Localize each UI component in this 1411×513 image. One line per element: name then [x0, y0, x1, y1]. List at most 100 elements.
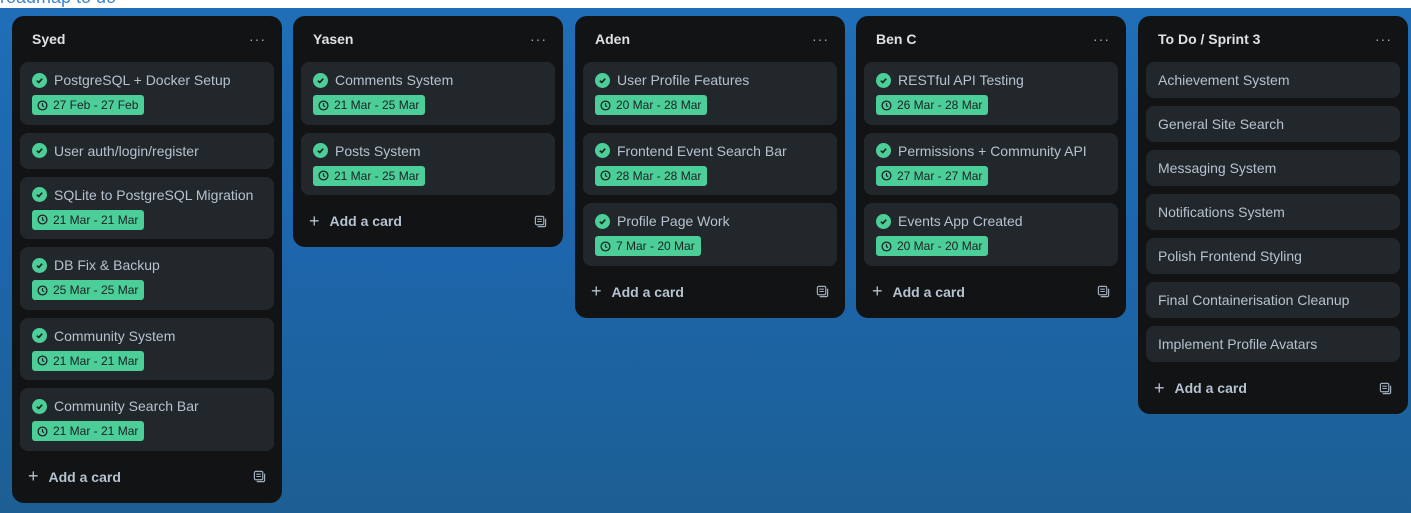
due-date-text: 21 Mar - 21 Mar: [53, 424, 139, 438]
check-circle-icon[interactable]: [313, 72, 328, 88]
card[interactable]: RESTful API Testing 26 Mar - 28 Mar: [864, 62, 1118, 125]
list-title[interactable]: Aden: [595, 31, 630, 47]
more-horizontal-icon[interactable]: ···: [812, 31, 829, 47]
check-circle-icon[interactable]: [32, 257, 47, 273]
card-title: Profile Page Work: [617, 213, 730, 229]
card-title: Frontend Event Search Bar: [617, 142, 787, 159]
card[interactable]: Permissions + Community API 27 Mar - 27 …: [864, 132, 1118, 195]
check-circle-icon[interactable]: [313, 143, 328, 158]
card-template-icon[interactable]: [1379, 382, 1392, 395]
card[interactable]: Events App Created 20 Mar - 20 Mar: [864, 203, 1118, 266]
check-circle-icon[interactable]: [32, 187, 47, 202]
clock-icon: [37, 425, 48, 437]
more-horizontal-icon[interactable]: ···: [1093, 31, 1110, 47]
card[interactable]: Profile Page Work 7 Mar - 20 Mar: [583, 203, 837, 266]
card-template-icon[interactable]: [1097, 285, 1110, 298]
plus-icon: +: [28, 466, 39, 486]
list-header: Ben C ···: [864, 16, 1118, 62]
card[interactable]: Final Containerisation Cleanup: [1146, 282, 1400, 318]
card-template-icon[interactable]: [534, 215, 547, 228]
clock-icon: [881, 170, 892, 181]
check-circle-icon[interactable]: [876, 143, 891, 158]
due-date-badge[interactable]: 27 Mar - 27 Mar: [876, 165, 989, 186]
card[interactable]: DB Fix & Backup 25 Mar - 25 Mar: [20, 247, 274, 310]
list-title[interactable]: Yasen: [313, 31, 353, 47]
due-date-text: 20 Mar - 28 Mar: [616, 98, 702, 112]
add-card-button[interactable]: + Add a card: [28, 466, 121, 487]
due-date-text: 20 Mar - 20 Mar: [897, 239, 983, 253]
card-title: Polish Frontend Styling: [1158, 248, 1302, 264]
card[interactable]: User Profile Features 20 Mar - 28 Mar: [583, 62, 837, 125]
due-date-text: 27 Feb - 27 Feb: [53, 98, 139, 112]
card[interactable]: General Site Search: [1146, 106, 1400, 142]
card[interactable]: Messaging System: [1146, 150, 1400, 186]
due-date-badge[interactable]: 28 Mar - 28 Mar: [595, 165, 708, 186]
add-card-button[interactable]: + Add a card: [591, 281, 684, 302]
due-date-text: 21 Mar - 21 Mar: [53, 212, 139, 227]
card[interactable]: Posts System 21 Mar - 25 Mar: [301, 132, 555, 195]
add-card-label: Add a card: [611, 283, 684, 300]
more-horizontal-icon[interactable]: ···: [530, 31, 547, 47]
card-title: Permissions + Community API: [898, 142, 1087, 159]
card-title: Implement Profile Avatars: [1158, 336, 1318, 352]
card-template-icon[interactable]: [253, 470, 266, 483]
card-title: Community System: [54, 327, 176, 344]
clock-icon: [37, 284, 48, 296]
check-circle-icon[interactable]: [876, 72, 891, 88]
card[interactable]: Community System 21 Mar - 21 Mar: [20, 317, 274, 380]
add-card-button[interactable]: + Add a card: [309, 211, 402, 232]
list-aden: Aden ··· User Profile Features 20 Mar - …: [575, 16, 845, 318]
card-title: Final Containerisation Cleanup: [1158, 292, 1350, 308]
more-horizontal-icon[interactable]: ···: [249, 31, 266, 47]
due-date-badge[interactable]: 25 Mar - 25 Mar: [32, 280, 145, 300]
due-date-badge[interactable]: 7 Mar - 20 Mar: [595, 236, 701, 256]
card[interactable]: User auth/login/register: [20, 132, 274, 169]
due-date-badge[interactable]: 26 Mar - 28 Mar: [876, 95, 989, 115]
due-date-badge[interactable]: 21 Mar - 25 Mar: [313, 95, 426, 115]
list-title[interactable]: To Do / Sprint 3: [1158, 31, 1260, 47]
card-title: Community Search Bar: [54, 398, 199, 414]
due-date-badge[interactable]: 21 Mar - 25 Mar: [313, 165, 426, 186]
card-title: Achievement System: [1158, 72, 1290, 88]
due-date-badge[interactable]: 27 Feb - 27 Feb: [32, 95, 145, 115]
check-circle-icon[interactable]: [595, 213, 610, 229]
due-date-badge[interactable]: 21 Mar - 21 Mar: [32, 350, 145, 371]
clock-icon: [37, 355, 48, 366]
list-header: Yasen ···: [301, 16, 555, 62]
due-date-badge[interactable]: 20 Mar - 20 Mar: [876, 236, 989, 256]
list-syed: Syed ··· PostgreSQL + Docker Setup 27 Fe…: [12, 16, 282, 503]
card[interactable]: Implement Profile Avatars: [1146, 326, 1400, 362]
board-header-partial: roadmap to do: [0, 0, 116, 8]
list-title[interactable]: Ben C: [876, 31, 916, 47]
due-date-badge[interactable]: 21 Mar - 21 Mar: [32, 209, 145, 230]
add-card-row: + Add a card: [301, 203, 555, 239]
due-date-text: 25 Mar - 25 Mar: [53, 283, 139, 297]
list-title[interactable]: Syed: [32, 31, 65, 47]
card[interactable]: Community Search Bar 21 Mar - 21 Mar: [20, 388, 274, 451]
more-horizontal-icon[interactable]: ···: [1375, 31, 1392, 47]
check-circle-icon[interactable]: [876, 213, 891, 229]
check-circle-icon[interactable]: [595, 143, 610, 158]
check-circle-icon[interactable]: [595, 72, 610, 88]
card[interactable]: PostgreSQL + Docker Setup 27 Feb - 27 Fe…: [20, 62, 274, 125]
card[interactable]: SQLite to PostgreSQL Migration 21 Mar - …: [20, 176, 274, 239]
list-header: Aden ···: [583, 16, 837, 62]
check-circle-icon[interactable]: [32, 143, 47, 158]
clock-icon: [881, 240, 892, 252]
card[interactable]: Polish Frontend Styling: [1146, 238, 1400, 274]
plus-icon: +: [1154, 377, 1165, 398]
card-template-icon[interactable]: [816, 285, 829, 298]
card[interactable]: Notifications System: [1146, 194, 1400, 230]
due-date-badge[interactable]: 21 Mar - 21 Mar: [32, 421, 145, 441]
check-circle-icon[interactable]: [32, 328, 47, 343]
clock-icon: [318, 170, 329, 181]
check-circle-icon[interactable]: [32, 398, 47, 414]
card[interactable]: Comments System 21 Mar - 25 Mar: [301, 62, 555, 125]
add-card-button[interactable]: + Add a card: [872, 281, 965, 302]
due-date-text: 28 Mar - 28 Mar: [616, 168, 702, 183]
due-date-badge[interactable]: 20 Mar - 28 Mar: [595, 95, 708, 115]
check-circle-icon[interactable]: [32, 72, 47, 88]
card[interactable]: Frontend Event Search Bar 28 Mar - 28 Ma…: [583, 132, 837, 195]
card[interactable]: Achievement System: [1146, 62, 1400, 98]
add-card-button[interactable]: + Add a card: [1154, 378, 1247, 399]
